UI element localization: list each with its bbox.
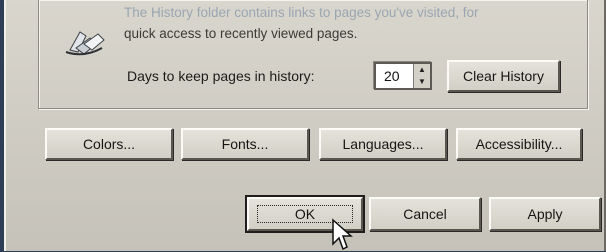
accessibility-button[interactable]: Accessibility... — [456, 128, 582, 160]
colors-button[interactable]: Colors... — [45, 128, 173, 160]
history-description-line2: quick access to recently viewed pages. — [124, 26, 358, 41]
history-description-line1: The History folder contains links to pag… — [124, 5, 479, 20]
apply-button[interactable]: Apply — [489, 197, 601, 231]
internet-options-dialog: The History folder contains links to pag… — [4, 0, 606, 251]
days-to-keep-label: Days to keep pages in history: — [127, 68, 315, 84]
mouse-pointer-icon — [332, 218, 353, 251]
fonts-button[interactable]: Fonts... — [181, 128, 309, 160]
days-to-keep-spinner[interactable]: 20 ▲ ▼ — [374, 62, 432, 90]
cancel-button[interactable]: Cancel — [369, 197, 481, 231]
days-to-keep-value[interactable]: 20 — [384, 68, 400, 84]
down-arrow-icon[interactable]: ▼ — [414, 76, 430, 88]
languages-button[interactable]: Languages... — [319, 128, 447, 160]
clear-history-button[interactable]: Clear History — [447, 60, 560, 92]
up-arrow-icon[interactable]: ▲ — [414, 64, 430, 76]
history-folder-icon — [65, 31, 105, 56]
spinner-arrows: ▲ ▼ — [413, 64, 430, 88]
history-description: The History folder contains links to pag… — [124, 2, 574, 44]
